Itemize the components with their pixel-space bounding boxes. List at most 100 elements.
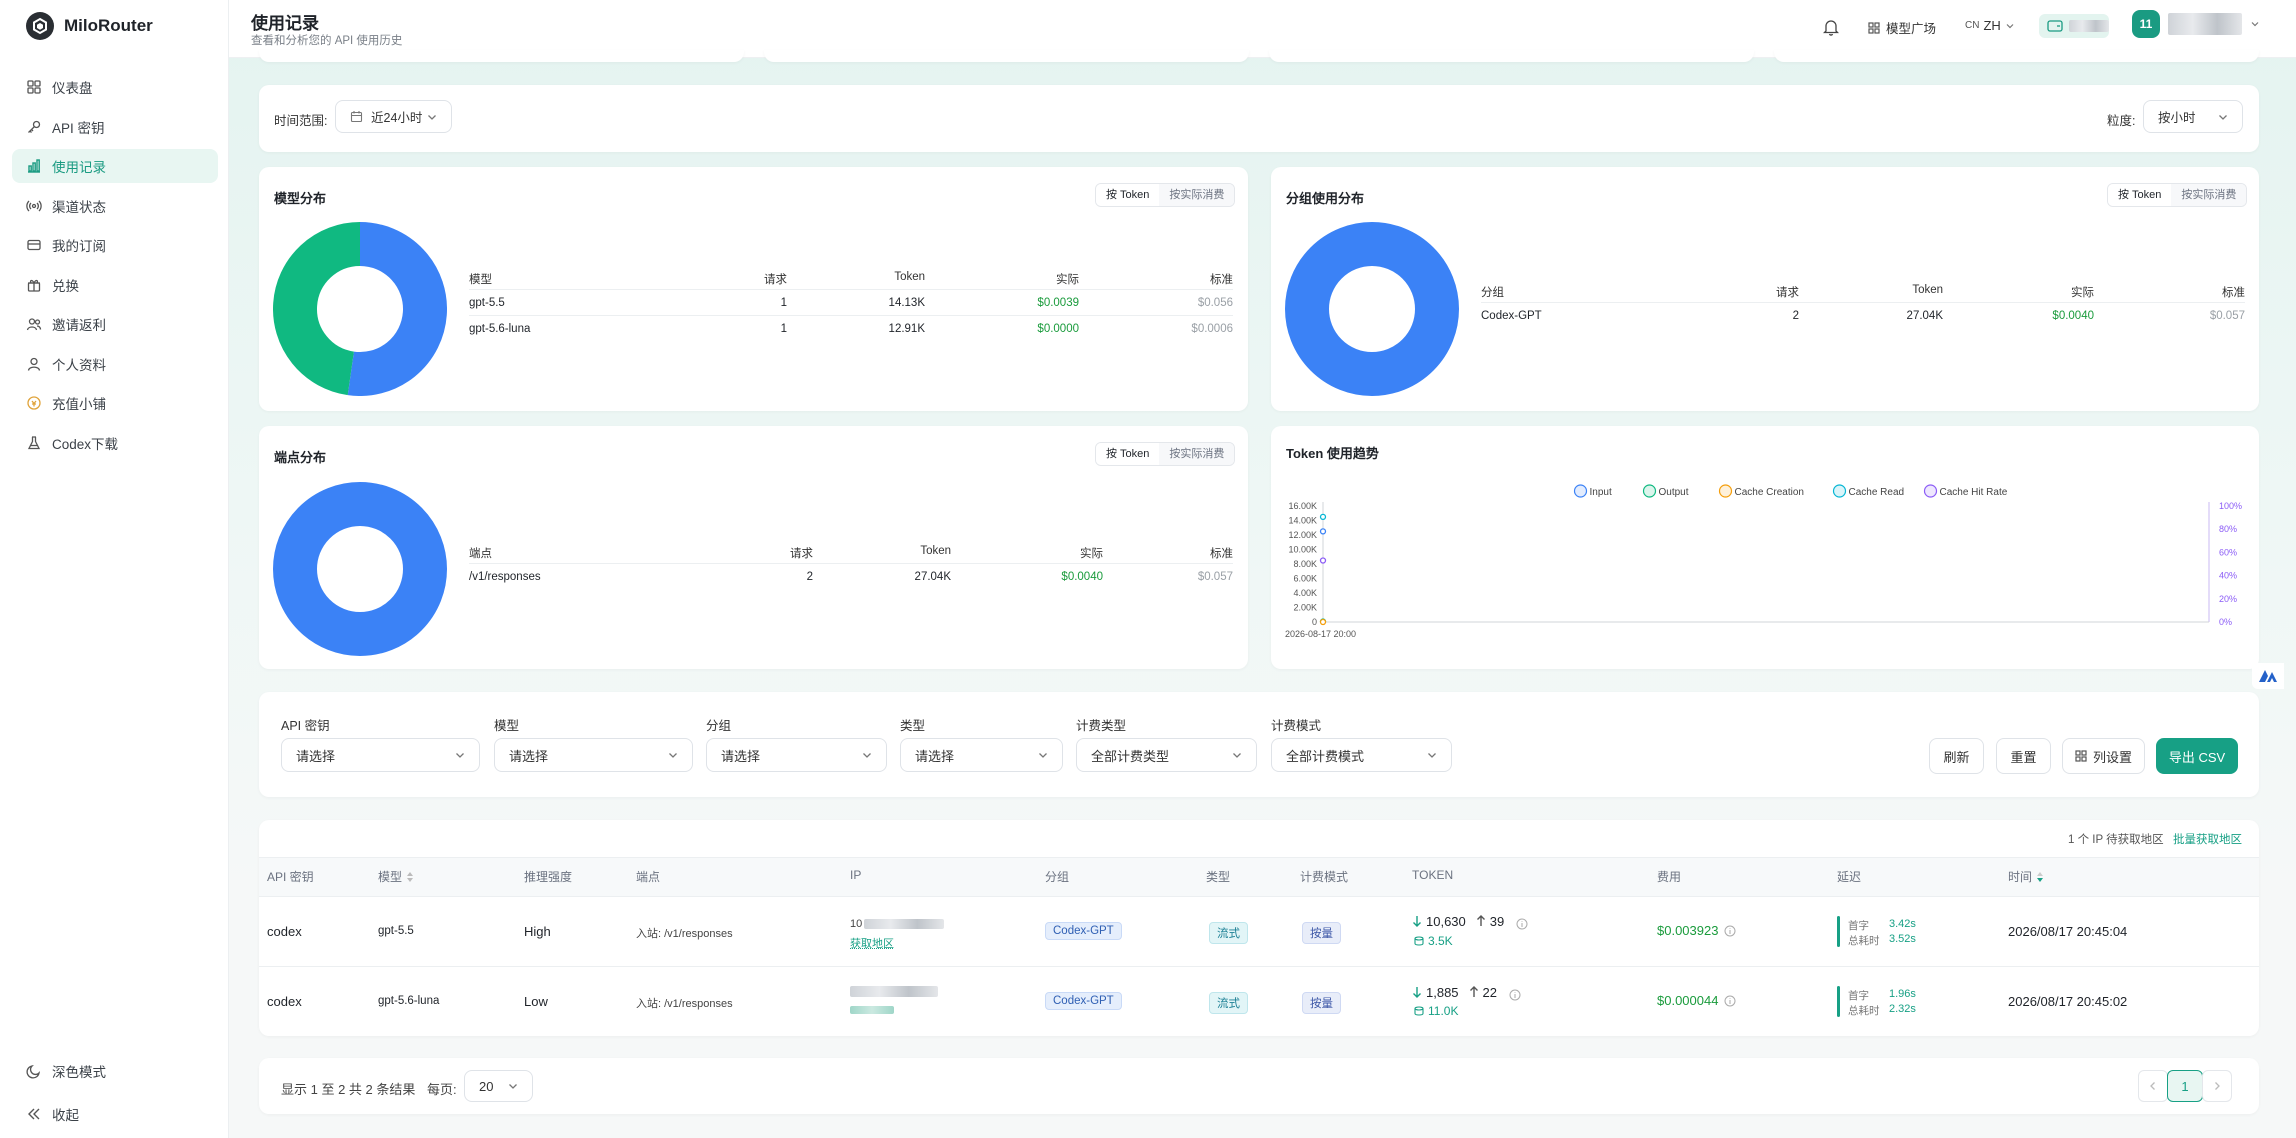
bell-icon[interactable] (1823, 18, 1839, 36)
balance-badge[interactable] (2039, 14, 2109, 38)
granularity-select[interactable]: 按小时 (2143, 100, 2243, 133)
total-latency: 2.32s (1889, 1003, 1916, 1015)
dark-mode-toggle[interactable]: 深色模式 (12, 1054, 218, 1088)
group-distribution-card: 分组使用分布 按 Token 按实际消费 分组 请求 Token 实际 标准 C… (1271, 167, 2259, 411)
collapse-sidebar-button[interactable]: 收起 (12, 1097, 218, 1131)
select-value: 全部计费类型 (1091, 748, 1170, 764)
toggle-by-token[interactable]: 按 Token (1096, 443, 1160, 465)
first-token-latency: 3.42s (1889, 918, 1916, 930)
ip-redacted (850, 986, 938, 997)
table-row[interactable]: gpt-5.6-luna 1 12.91K $0.0000 $0.0006 (469, 316, 1233, 342)
time-range-select[interactable]: 近24小时 (335, 100, 452, 133)
data-point[interactable] (1319, 528, 1327, 535)
info-icon[interactable] (1509, 989, 1521, 1001)
billing-type-filter-select[interactable]: 全部计费类型 (1076, 738, 1257, 772)
export-csv-button[interactable]: 导出 CSV (2156, 738, 2238, 774)
legend-swatch[interactable] (1573, 484, 1588, 498)
sidebar-item-label: 仪表盘 (52, 81, 93, 96)
toggle-by-cost[interactable]: 按实际消费 (1159, 443, 1235, 465)
key-icon (28, 120, 41, 133)
table-row[interactable]: /v1/responses 2 27.04K $0.0040 $0.057 (469, 564, 1233, 590)
sidebar-item-dashboard[interactable]: 仪表盘 (12, 70, 218, 104)
billing-mode-filter-select[interactable]: 全部计费模式 (1271, 738, 1452, 772)
toggle-by-token[interactable]: 按 Token (1096, 184, 1160, 206)
info-icon[interactable] (1724, 995, 1736, 1007)
table-row[interactable] (259, 897, 2259, 967)
filter-label: 计费类型 (1076, 719, 1127, 733)
metric-toggle[interactable]: 按 Token 按实际消费 (2107, 183, 2248, 207)
legend-label: Input (1590, 487, 1612, 498)
info-icon[interactable] (1724, 925, 1736, 937)
toggle-by-cost[interactable]: 按实际消费 (2171, 184, 2247, 206)
info-icon[interactable] (1516, 918, 1528, 930)
chevron-down-icon (1233, 753, 1241, 758)
signal-icon (26, 200, 42, 212)
metric-toggle[interactable]: 按 Token 按实际消费 (1095, 183, 1236, 207)
api-key-filter-select[interactable]: 请选择 (281, 738, 480, 772)
toggle-by-cost[interactable]: 按实际消费 (1159, 184, 1235, 206)
prev-page-button[interactable] (2138, 1070, 2168, 1102)
toggle-by-token[interactable]: 按 Token (2108, 184, 2172, 206)
sidebar-item-channel-status[interactable]: 渠道状态 (12, 189, 218, 223)
data-point[interactable] (1319, 513, 1327, 521)
model-filter-select[interactable]: 请选择 (494, 738, 693, 772)
fetch-region-link-redacted[interactable] (850, 1006, 894, 1014)
card-title: 分组使用分布 (1286, 191, 1365, 206)
floating-assistant-button[interactable] (2252, 663, 2284, 689)
model-market-link[interactable]: 模型广场 (1868, 18, 1936, 37)
next-page-button[interactable] (2202, 1070, 2232, 1102)
sidebar-item-subscription[interactable]: 我的订阅 (12, 228, 218, 262)
first-token-label: 首字 (1848, 990, 1869, 1002)
users-icon (26, 318, 42, 331)
legend-swatch[interactable] (1832, 484, 1847, 498)
sidebar-item-label: 充值小铺 (52, 397, 106, 412)
data-point[interactable] (1319, 618, 1327, 626)
sidebar-item-shop[interactable]: 充值小铺 (12, 386, 218, 420)
actual-cost: $0.0040 (1061, 571, 1103, 583)
billing-tag: 按量 (1302, 922, 1341, 944)
metric-toggle[interactable]: 按 Token 按实际消费 (1095, 442, 1236, 466)
pagination-summary: 显示 1 至 2 共 2 条结果 (281, 1082, 416, 1097)
sidebar-item-usage[interactable]: 使用记录 (12, 149, 218, 183)
fetch-region-link[interactable]: 获取地区 (850, 935, 894, 951)
legend-swatch[interactable] (1923, 484, 1938, 498)
page-number-current[interactable]: 1 (2167, 1070, 2203, 1102)
y-tick-label: 4.00K (1293, 588, 1317, 598)
batch-fetch-region-link[interactable]: 批量获取地区 (2173, 831, 2242, 847)
cost-value: $0.000044 (1657, 993, 1719, 1008)
sidebar-item-redeem[interactable]: 兑换 (12, 268, 218, 302)
sort-desc-icon (2037, 871, 2044, 882)
actual-cost: $0.0040 (2052, 310, 2094, 322)
type-filter-select[interactable]: 请选择 (900, 738, 1063, 772)
data-point[interactable] (1319, 557, 1327, 564)
sidebar-item-api-keys[interactable]: API 密钥 (12, 110, 218, 144)
table-row[interactable]: gpt-5.5 1 14.13K $0.0039 $0.056 (469, 290, 1233, 316)
sidebar-item-profile[interactable]: 个人资料 (12, 347, 218, 381)
language-switcher[interactable]: CN ZH (1965, 18, 2015, 33)
column-header: 分组 (1481, 287, 1504, 299)
legend-swatch[interactable] (1642, 484, 1657, 498)
reset-button[interactable]: 重置 (1996, 738, 2051, 774)
refresh-button[interactable]: 刷新 (1929, 738, 1984, 774)
user-menu[interactable]: 11 (2132, 10, 2260, 38)
chevron-down-icon (2006, 23, 2014, 28)
sidebar-item-referral[interactable]: 邀请返利 (12, 307, 218, 341)
column-header-model[interactable]: 模型 (378, 868, 414, 885)
per-page-select[interactable]: 20 (464, 1070, 533, 1102)
page-subtitle: 查看和分析您的 API 使用历史 (251, 35, 403, 47)
table-row[interactable] (259, 967, 2259, 1036)
token-count: 12.91K (888, 323, 925, 335)
column-header-time[interactable]: 时间 (2008, 868, 2044, 885)
app-logo[interactable]: MiloRouter (26, 12, 153, 40)
sidebar-item-codex-download[interactable]: Codex下载 (12, 426, 218, 460)
y2-tick-label: 60% (2219, 547, 2237, 557)
token-cache: 3.5K (1414, 934, 1453, 948)
filter-label: 计费模式 (1271, 719, 1322, 733)
legend-swatch[interactable] (1718, 484, 1733, 498)
standard-cost: $0.0006 (1191, 323, 1233, 335)
actual-cost: $0.0000 (1037, 323, 1079, 335)
column-settings-button[interactable]: 列设置 (2062, 738, 2145, 774)
table-row[interactable]: Codex-GPT 2 27.04K $0.0040 $0.057 (1481, 303, 2245, 329)
donut-slice (273, 482, 447, 656)
group-filter-select[interactable]: 请选择 (706, 738, 887, 772)
